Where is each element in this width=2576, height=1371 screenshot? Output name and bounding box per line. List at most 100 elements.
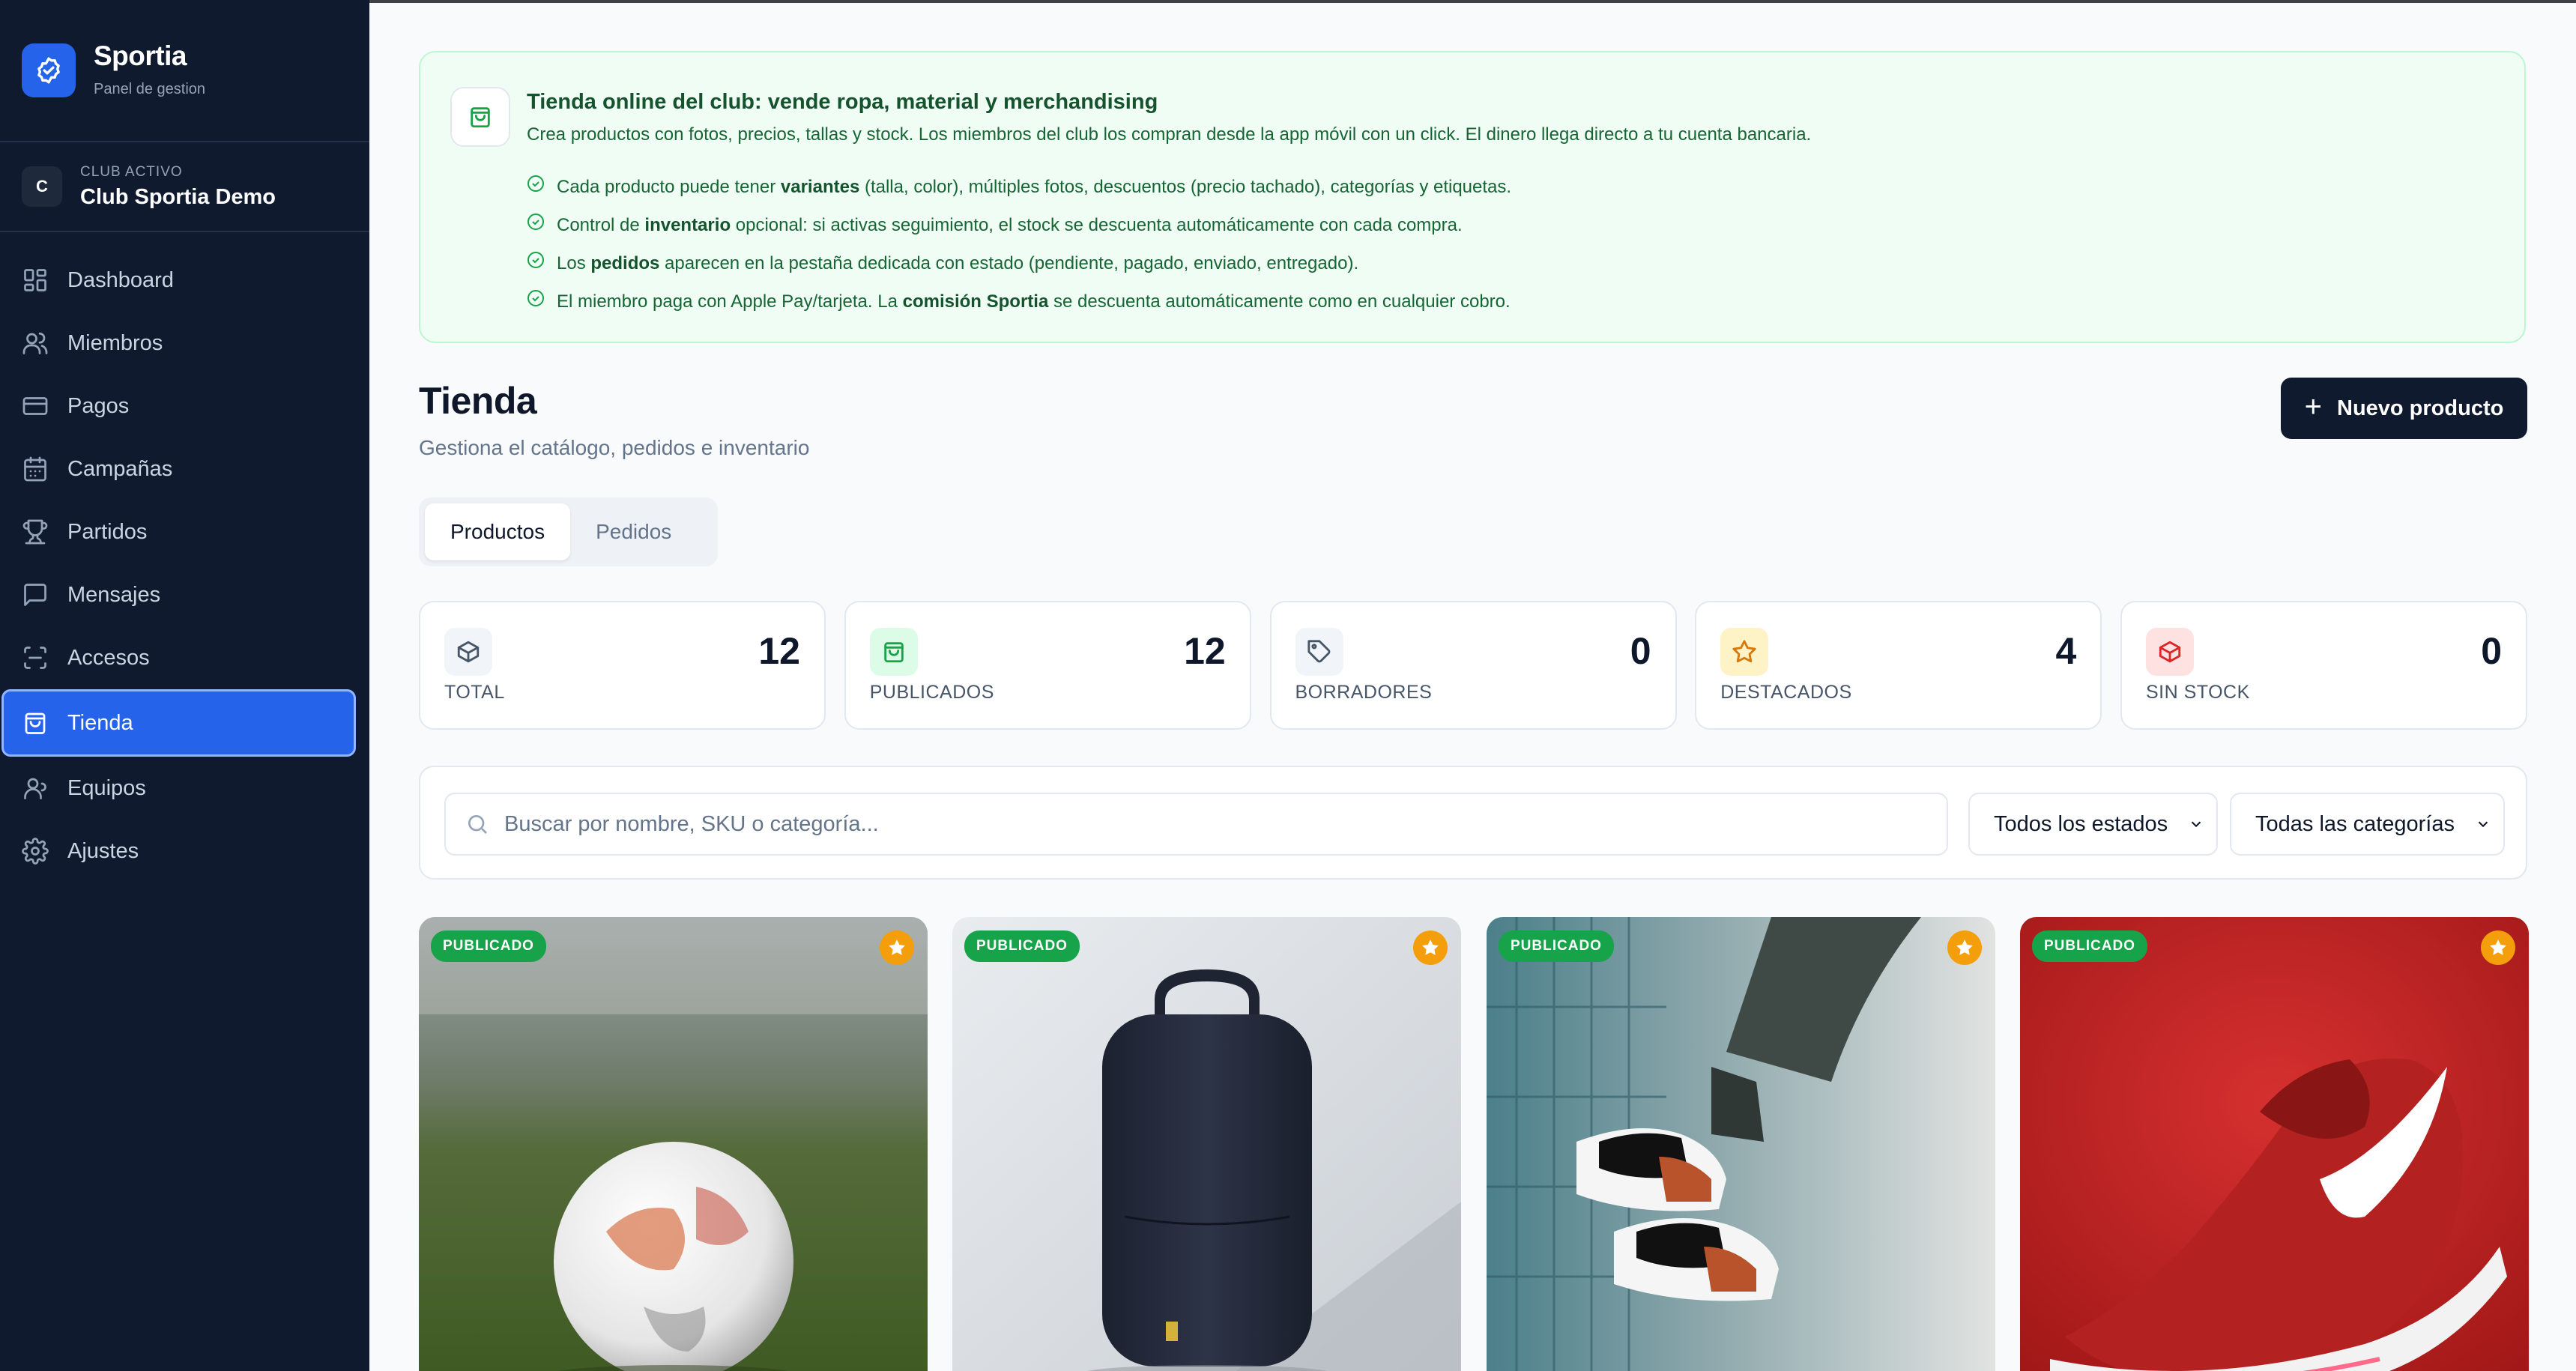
banner-description: Crea productos con fotos, precios, talla…	[527, 124, 1812, 145]
banner-title: Tienda online del club: vende ropa, mate…	[527, 90, 1158, 114]
shopping-bag-icon	[869, 628, 918, 676]
stat-label: DESTACADOS	[1720, 682, 1852, 703]
product-image-soccer-ball	[419, 917, 928, 1371]
search-icon	[468, 815, 487, 834]
tabs: Productos Pedidos	[419, 497, 718, 566]
sidebar: Sportia Panel de gestion C CLUB ACTIVO C…	[0, 0, 369, 1371]
tab-productos[interactable]: Productos	[425, 503, 571, 560]
product-image-sneakers	[1487, 917, 1995, 1371]
banner-feature: Los pedidos aparecen en la pestaña dedic…	[527, 244, 1511, 282]
stat-value: 12	[758, 630, 800, 672]
product-grid: PUBLICADO PUBLICADO PUBLICADO PUBLICADO	[419, 917, 2529, 1371]
featured-star-icon	[2481, 930, 2515, 965]
sidebar-item-label: Dashboard	[67, 267, 174, 292]
tag-icon	[1295, 628, 1343, 676]
stat-value: 4	[2055, 630, 2077, 672]
check-circle-icon	[527, 289, 544, 306]
stat-label: SIN STOCK	[2146, 682, 2250, 703]
stat-value: 0	[2481, 630, 2502, 672]
product-image-backpack	[952, 917, 1461, 1371]
stat-card-total: 12 TOTAL	[419, 601, 826, 730]
stat-value: 12	[1184, 630, 1226, 672]
calendar-icon	[24, 456, 46, 482]
sidebar-item-accesos[interactable]: Accesos	[0, 626, 369, 689]
stat-label: PUBLICADOS	[869, 682, 994, 703]
sidebar-item-label: Partidos	[67, 519, 148, 544]
status-select-value: Todos los estados	[1994, 811, 2168, 836]
shopping-bag-icon	[450, 87, 510, 147]
featured-star-icon	[1413, 930, 1448, 965]
sidebar-item-pagos[interactable]: Pagos	[0, 375, 369, 438]
stat-card-borradores: 0 BORRADORES	[1269, 601, 1677, 730]
sidebar-item-mensajes[interactable]: Mensajes	[0, 563, 369, 626]
new-product-button[interactable]: + Nuevo producto	[2281, 378, 2527, 439]
stat-card-destacados: 4 DESTACADOS	[1695, 601, 2102, 730]
sidebar-item-tienda[interactable]: Tienda	[1, 689, 356, 757]
team-icon	[24, 778, 46, 799]
product-image-red-running-shoe	[2020, 917, 2529, 1371]
banner-feature: El miembro paga con Apple Pay/tarjeta. L…	[527, 282, 1511, 321]
product-card[interactable]: PUBLICADO	[2020, 917, 2529, 1371]
stat-label: BORRADORES	[1295, 682, 1433, 703]
gear-icon	[22, 838, 49, 865]
tab-pedidos[interactable]: Pedidos	[570, 503, 697, 560]
status-badge: PUBLICADO	[1499, 930, 1614, 962]
product-card[interactable]: PUBLICADO	[1487, 917, 1995, 1371]
sidebar-header: Sportia Panel de gestion	[0, 0, 369, 142]
status-badge: PUBLICADO	[431, 930, 546, 962]
shopping-bag-icon	[25, 712, 46, 734]
banner-feature-list: Cada producto puede tener variantes (tal…	[527, 168, 1511, 321]
status-select[interactable]: Todos los estados	[1968, 793, 2218, 856]
sidebar-item-ajustes[interactable]: Ajustes	[0, 820, 369, 883]
chevron-down-icon	[2191, 821, 2201, 828]
box-icon	[444, 628, 492, 676]
club-avatar: C	[22, 166, 62, 207]
star-icon	[1720, 628, 1769, 676]
featured-star-icon	[880, 930, 914, 965]
featured-star-icon	[1947, 930, 1982, 965]
sidebar-item-label: Ajustes	[67, 838, 139, 863]
check-circle-icon	[527, 213, 544, 230]
sidebar-nav: Dashboard Miembros Pagos Campañas Partid…	[0, 232, 369, 883]
active-club-selector[interactable]: C CLUB ACTIVO Club Sportia Demo	[0, 142, 369, 232]
club-name: Club Sportia Demo	[80, 184, 276, 209]
page-title: Tienda	[419, 380, 537, 422]
stat-card-publicados: 12 PUBLICADOS	[844, 601, 1251, 730]
status-badge: PUBLICADO	[964, 930, 1080, 962]
plus-icon: +	[2304, 390, 2322, 423]
category-select-value: Todas las categorías	[2255, 811, 2455, 836]
sidebar-item-label: Equipos	[67, 775, 146, 800]
banner-feature: Control de inventario opcional: si activ…	[527, 206, 1511, 244]
logo-icon	[22, 43, 76, 97]
sidebar-item-label: Pagos	[67, 393, 130, 418]
brand-subtitle: Panel de gestion	[94, 81, 206, 97]
sidebar-item-dashboard[interactable]: Dashboard	[0, 249, 369, 312]
sidebar-item-label: Tienda	[67, 710, 133, 735]
brand-name: Sportia	[94, 40, 187, 71]
chevron-down-icon	[2478, 821, 2488, 828]
product-card[interactable]: PUBLICADO	[419, 917, 928, 1371]
stats-row: 12 TOTAL 12 PUBLICADOS 0 BORRADORES 4 DE…	[419, 601, 2527, 730]
sidebar-item-label: Campañas	[67, 456, 173, 481]
search-box[interactable]	[444, 793, 1948, 856]
sidebar-item-equipos[interactable]: Equipos	[0, 757, 369, 820]
check-circle-icon	[527, 251, 544, 268]
sidebar-item-label: Accesos	[67, 645, 150, 670]
stat-label: TOTAL	[444, 682, 505, 703]
sidebar-item-miembros[interactable]: Miembros	[0, 312, 369, 375]
category-select[interactable]: Todas las categorías	[2230, 793, 2505, 856]
stat-card-sin-stock: 0 SIN STOCK	[2120, 601, 2527, 730]
credit-card-icon	[22, 397, 48, 415]
stat-value: 0	[1630, 630, 1651, 672]
dashboard-icon	[24, 269, 46, 291]
users-icon	[22, 332, 48, 354]
sidebar-item-partidos[interactable]: Partidos	[0, 500, 369, 563]
trophy-icon	[22, 519, 48, 545]
search-input[interactable]	[504, 811, 1928, 837]
scan-icon	[24, 647, 46, 669]
page-subtitle: Gestiona el catálogo, pedidos e inventar…	[419, 436, 810, 459]
sidebar-item-label: Mensajes	[67, 582, 161, 607]
product-card[interactable]: PUBLICADO	[952, 917, 1461, 1371]
check-circle-icon	[527, 175, 544, 192]
sidebar-item-campanas[interactable]: Campañas	[0, 438, 369, 500]
